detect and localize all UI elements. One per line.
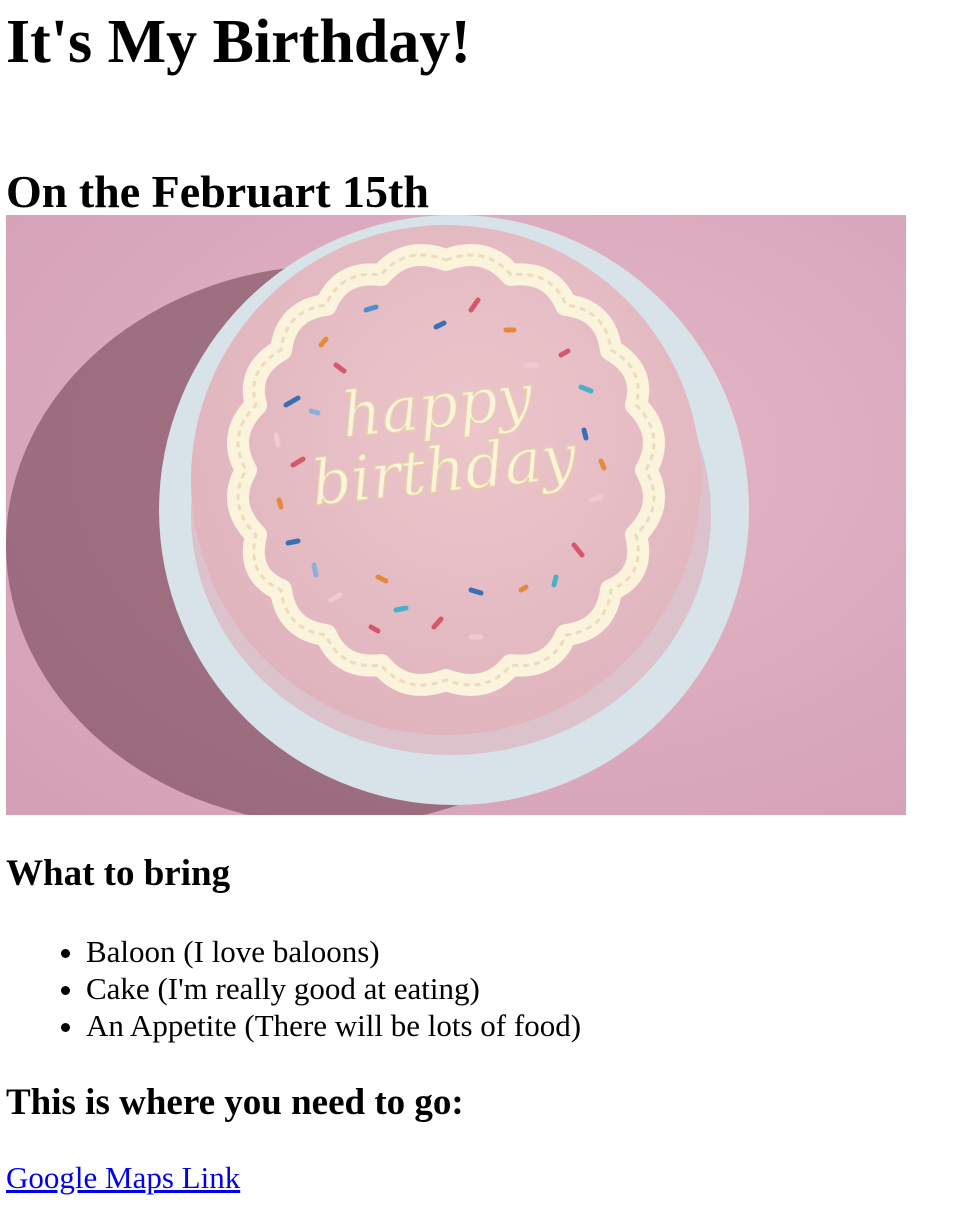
page-subtitle: On the Februart 15th (6, 166, 429, 217)
list-item: Baloon (I love baloons) (86, 933, 581, 970)
what-to-bring-heading: What to bring (6, 853, 231, 894)
location-heading: This is where you need to go: (6, 1082, 464, 1123)
list-item: An Appetite (There will be lots of food) (86, 1007, 581, 1044)
google-maps-link[interactable]: Google Maps Link (6, 1158, 240, 1198)
list-item: Cake (I'm really good at eating) (86, 970, 581, 1007)
page-title: It's My Birthday! (6, 8, 471, 76)
birthday-cake-image: happy birthday (6, 215, 906, 815)
page-body: It's My Birthday! On the Februart 15th h… (0, 0, 976, 1195)
bring-list: Baloon (I love baloons) Cake (I'm really… (6, 933, 581, 1044)
cake-illustration: happy birthday (6, 215, 906, 815)
